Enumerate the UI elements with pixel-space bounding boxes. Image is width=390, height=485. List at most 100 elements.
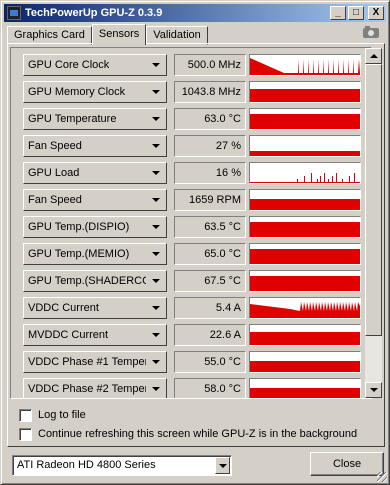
sensor-graph [249, 351, 361, 373]
sensor-graph [249, 162, 361, 184]
sensor-graph-fill [250, 249, 360, 264]
resize-grip[interactable] [377, 472, 387, 482]
sensor-graph-plot [250, 199, 360, 210]
close-button[interactable]: Close [310, 452, 384, 476]
sensor-graph-plot [250, 89, 360, 102]
sensor-name: VDDC Phase #2 Temperature [28, 383, 146, 395]
sensor-graph [249, 135, 361, 157]
chevron-down-icon [152, 252, 160, 256]
sensor-name-dropdown[interactable]: VDDC Phase #2 Temperature [23, 378, 167, 398]
chevron-down-icon [152, 387, 160, 391]
sensor-graph-plot [250, 388, 360, 398]
sensor-graph-fill [250, 151, 360, 156]
sensor-graph-fill [250, 276, 360, 291]
sensor-name-dropdown[interactable]: GPU Load [23, 162, 167, 184]
sensor-graph-plot [250, 276, 360, 291]
sensor-value: 16 % [174, 162, 246, 184]
sensor-name-dropdown[interactable]: VDDC Phase #1 Temperature [23, 351, 167, 373]
sensor-value: 58.0 °C [174, 378, 246, 398]
sensor-name: GPU Temp.(MEMIO) [28, 248, 130, 260]
chevron-down-icon [152, 198, 160, 202]
continue-refresh-option[interactable]: Continue refreshing this screen while GP… [19, 426, 357, 442]
log-to-file-option[interactable]: Log to file [19, 407, 86, 423]
gpu-select-dropdown-button[interactable] [215, 457, 230, 474]
sensor-graph-fill [250, 302, 360, 318]
gpu-select[interactable]: ATI Radeon HD 4800 Series [12, 455, 232, 476]
screenshot-button[interactable] [360, 26, 382, 40]
scroll-thumb[interactable] [365, 64, 382, 336]
sensor-value: 55.0 °C [174, 351, 246, 373]
sensor-graph-plot [250, 114, 360, 129]
sensor-graph-plot [250, 151, 360, 156]
sensor-graph-plot [250, 222, 360, 237]
sensor-graph [249, 324, 361, 346]
sensor-graph [249, 297, 361, 319]
close-window-button[interactable]: X [368, 6, 384, 20]
sensor-name-dropdown[interactable]: MVDDC Current [23, 324, 167, 346]
sensor-scrollbar[interactable] [365, 48, 382, 398]
gpuz-app-icon [7, 6, 21, 20]
sensor-value: 5.4 A [174, 297, 246, 319]
sensor-name: GPU Core Clock [28, 59, 110, 71]
sensor-name: Fan Speed [28, 140, 82, 152]
window-title: TechPowerUp GPU-Z 0.3.9 [25, 7, 163, 19]
sensor-graph-plot [250, 249, 360, 264]
chevron-down-icon [152, 225, 160, 229]
chevron-down-icon [152, 360, 160, 364]
sensor-graph [249, 378, 361, 398]
title-bar[interactable]: TechPowerUp GPU-Z 0.3.9 _ □ X [4, 4, 386, 22]
log-to-file-label: Log to file [38, 409, 86, 421]
sensor-graph [249, 243, 361, 265]
sensor-list: GPU Core Clock 500.0 MHz GPU Memory Clock 1… [10, 47, 372, 399]
sensor-name-dropdown[interactable]: GPU Memory Clock [23, 81, 167, 103]
log-to-file-checkbox[interactable] [19, 408, 32, 422]
scroll-down-button[interactable] [365, 382, 382, 398]
minimize-button[interactable]: _ [330, 6, 346, 20]
sensor-name: VDDC Current [28, 302, 99, 314]
arrow-up-icon [370, 54, 378, 58]
chevron-down-icon [152, 306, 160, 310]
sensor-graph-fill [250, 89, 360, 102]
chevron-down-icon [152, 333, 160, 337]
sensor-value: 67.5 °C [174, 270, 246, 292]
sensor-graph-fill [250, 199, 360, 210]
sensor-name: MVDDC Current [28, 329, 109, 341]
chevron-down-icon [152, 171, 160, 175]
sensor-name-dropdown[interactable]: GPU Temp.(DISPIO) [23, 216, 167, 238]
sensor-name-dropdown[interactable]: GPU Core Clock [23, 54, 167, 76]
tab-strip: Graphics Card Sensors Validation [7, 24, 208, 45]
sensor-value: 22.6 A [174, 324, 246, 346]
sensor-name-dropdown[interactable]: GPU Temperature [23, 108, 167, 130]
scroll-up-button[interactable] [365, 48, 382, 64]
sensor-graph [249, 270, 361, 292]
sensor-graph-plot [250, 302, 360, 318]
gpuz-window: TechPowerUp GPU-Z 0.3.9 _ □ X Graphics C… [0, 0, 390, 485]
chevron-down-icon [152, 144, 160, 148]
sensor-value: 500.0 MHz [174, 54, 246, 76]
sensor-value: 63.0 °C [174, 108, 246, 130]
maximize-button[interactable]: □ [348, 6, 364, 20]
chevron-down-icon [152, 279, 160, 283]
sensor-graph-plot [250, 361, 360, 372]
sensor-name-dropdown[interactable]: GPU Temp.(MEMIO) [23, 243, 167, 265]
sensor-name: GPU Temp.(DISPIO) [28, 221, 130, 233]
tab-sensors[interactable]: Sensors [91, 24, 147, 45]
sensor-graph [249, 108, 361, 130]
sensor-name-dropdown[interactable]: Fan Speed [23, 135, 167, 157]
sensor-graph [249, 54, 361, 76]
sensor-value: 65.0 °C [174, 243, 246, 265]
sensor-name: GPU Memory Clock [28, 86, 126, 98]
sensor-graph [249, 81, 361, 103]
sensor-graph-fill [250, 173, 360, 183]
continue-refresh-label: Continue refreshing this screen while GP… [38, 428, 358, 440]
sensor-name-dropdown[interactable]: Fan Speed [23, 189, 167, 211]
sensor-graph-fill [250, 114, 360, 129]
sensor-name-dropdown[interactable]: VDDC Current [23, 297, 167, 319]
sensor-graph-plot [250, 332, 360, 345]
continue-refresh-checkbox[interactable] [19, 427, 32, 441]
sensor-name-dropdown[interactable]: GPU Temp.(SHADERCORE) [23, 270, 167, 292]
arrow-down-icon [370, 388, 378, 392]
sensor-graph-fill [250, 361, 360, 372]
chevron-down-icon [152, 63, 160, 67]
sensor-name: GPU Load [28, 167, 80, 179]
